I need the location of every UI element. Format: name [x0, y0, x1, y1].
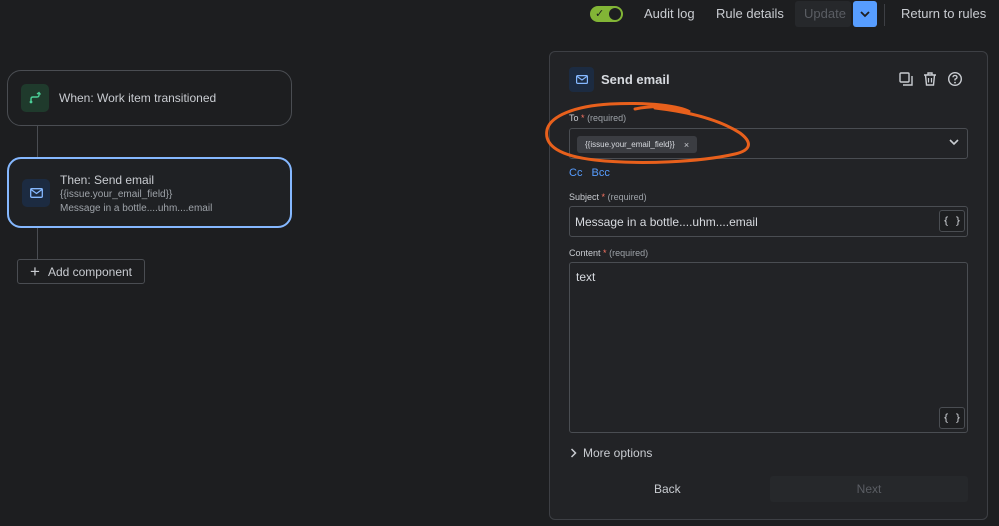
audit-log-button[interactable]: Audit log — [644, 6, 695, 22]
trigger-title: When: Work item transitioned — [59, 91, 217, 105]
check-icon: ✓ — [595, 8, 605, 20]
plus-icon: + — [30, 262, 40, 281]
chevron-down-icon[interactable] — [949, 139, 959, 146]
send-email-panel: Send email To * (required) {{issue.your_… — [549, 51, 988, 520]
rule-enabled-toggle[interactable]: ✓ — [590, 6, 623, 22]
connector-line — [37, 125, 38, 158]
rule-details-button[interactable]: Rule details — [716, 6, 784, 22]
insert-smart-value-button[interactable]: { } — [939, 210, 965, 232]
required-text: (required) — [609, 248, 649, 258]
chevron-right-icon — [570, 448, 577, 458]
update-button[interactable]: Update — [804, 6, 846, 22]
transition-icon — [21, 84, 49, 112]
to-label-text: To — [569, 113, 579, 123]
return-to-rules-button[interactable]: Return to rules — [901, 6, 986, 22]
remove-chip-icon[interactable]: × — [684, 140, 689, 150]
toggle-knob — [609, 8, 621, 20]
email-icon — [22, 179, 50, 207]
content-textarea[interactable]: text { } — [569, 262, 968, 433]
required-star: * — [603, 248, 607, 258]
content-label-text: Content — [569, 248, 601, 258]
subject-value: Message in a bottle....uhm....email — [575, 215, 758, 229]
panel-title: Send email — [601, 72, 670, 87]
email-icon — [569, 67, 594, 92]
to-recipient-chip: {{issue.your_email_field}} × — [577, 136, 698, 153]
subject-label-text: Subject — [569, 192, 600, 202]
back-button[interactable]: Back — [654, 482, 681, 496]
action-recipient: {{issue.your_email_field}} — [60, 189, 173, 200]
to-label: To * (required) — [569, 113, 626, 123]
add-component-button[interactable]: + Add component — [17, 259, 145, 284]
trash-icon[interactable] — [922, 71, 938, 87]
update-dropdown-button[interactable] — [853, 1, 877, 27]
cc-link[interactable]: Cc — [569, 167, 582, 179]
trigger-node[interactable]: When: Work item transitioned — [7, 70, 292, 126]
help-icon[interactable] — [947, 71, 963, 87]
connector-line — [37, 227, 38, 259]
to-chip-label: {{issue.your_email_field}} — [585, 140, 675, 149]
subject-label: Subject * (required) — [569, 192, 647, 202]
top-bar: ✓ Audit log Rule details Update Return t… — [0, 0, 999, 30]
chevron-down-icon — [860, 10, 870, 17]
content-label: Content * (required) — [569, 248, 648, 258]
required-text: (required) — [587, 113, 627, 123]
bcc-link[interactable]: Bcc — [592, 167, 610, 179]
to-field[interactable]: {{issue.your_email_field}} × — [569, 128, 968, 159]
add-component-label: Add component — [47, 264, 132, 279]
header-divider — [884, 4, 885, 26]
required-text: (required) — [607, 192, 647, 202]
content-value: text — [576, 270, 596, 284]
more-options-label: More options — [583, 446, 653, 460]
cc-bcc-links: Cc Bcc — [569, 167, 616, 179]
duplicate-icon[interactable] — [898, 71, 914, 87]
next-button[interactable]: Next — [770, 476, 968, 502]
action-node[interactable]: Then: Send email {{issue.your_email_fiel… — [7, 157, 292, 228]
action-subject: Message in a bottle....uhm....email — [60, 203, 213, 214]
required-star: * — [581, 113, 585, 123]
insert-smart-value-button[interactable]: { } — [939, 407, 965, 429]
more-options-toggle[interactable]: More options — [570, 446, 652, 460]
subject-input[interactable]: Message in a bottle....uhm....email { } — [569, 206, 968, 237]
action-title: Then: Send email — [60, 173, 155, 187]
required-star: * — [601, 192, 606, 202]
